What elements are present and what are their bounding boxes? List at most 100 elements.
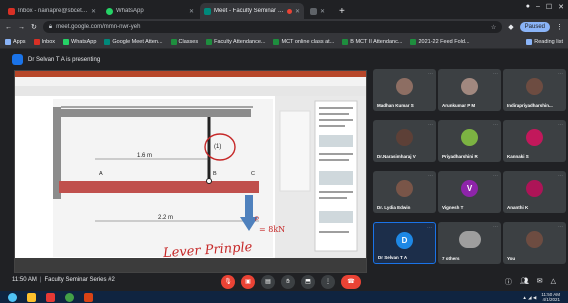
- powerpoint-icon[interactable]: [84, 292, 93, 302]
- bookmark-icon: [33, 38, 40, 45]
- pin-icon[interactable]: ⋯: [558, 173, 563, 179]
- participant-tile[interactable]: ⋯ Madhan Kumar S: [373, 69, 436, 111]
- dim-bottom-label: 2.2 m: [158, 215, 174, 221]
- star-icon[interactable]: ☆: [491, 24, 496, 31]
- forward-icon[interactable]: →: [18, 24, 25, 31]
- pin-icon[interactable]: ⋯: [428, 173, 433, 179]
- close-icon[interactable]: ✕: [91, 8, 96, 15]
- bookmark-item[interactable]: Apps: [5, 38, 26, 45]
- captions-button[interactable]: ▤: [261, 275, 275, 289]
- meeting-time: 11:50 AM: [12, 277, 37, 283]
- close-icon[interactable]: ✕: [295, 8, 300, 15]
- bookmark-label: MCT online class at...: [281, 38, 335, 45]
- whatsapp-icon: [106, 7, 113, 15]
- tab-whatsapp[interactable]: WhatsApp ✕: [102, 3, 198, 19]
- participant-name: Dr.Narasimharaj V: [377, 154, 416, 159]
- participant-tile[interactable]: D ⋯ Dr Selvan T A: [373, 222, 436, 264]
- avatar: D: [396, 232, 413, 249]
- participant-tile[interactable]: ⋯ Dr. Lydia Edwin: [373, 171, 436, 213]
- leave-call-button[interactable]: ☎︎: [341, 275, 361, 289]
- menu-icon[interactable]: ⋮: [556, 23, 563, 31]
- meeting-title: Faculty Seminar Series #2: [44, 277, 115, 283]
- people-icon[interactable]: 👥︎: [520, 277, 529, 287]
- meet-stage: Dr Selvan T A is presenting 1.6 m (1) A …: [0, 49, 568, 291]
- profile-icon[interactable]: ●: [526, 3, 530, 11]
- chat-icon[interactable]: ✉︎: [537, 277, 543, 287]
- participant-name: Arunkumar P M: [442, 103, 476, 108]
- pin-icon[interactable]: ⋯: [493, 71, 498, 77]
- activities-icon[interactable]: △: [551, 277, 556, 287]
- shared-slide: [15, 71, 366, 272]
- participant-tile[interactable]: V ⋯ Vignesh T: [438, 171, 501, 213]
- tab-meet[interactable]: Meet - Faculty Seminar Seri ✕: [200, 3, 304, 19]
- bookmark-item[interactable]: 2021-22 Feed Fold...: [410, 38, 470, 45]
- clock[interactable]: 11:50 AM 4/1/2021: [541, 292, 560, 302]
- force-label: P: [255, 217, 260, 223]
- pin-icon[interactable]: ⋯: [493, 224, 498, 230]
- camera-off-button[interactable]: ▣: [241, 275, 255, 289]
- info-icon[interactable]: ⓘ: [505, 277, 512, 287]
- tab-title: Inbox - nainapre@sbcet.ac.in - Sa: [18, 8, 88, 14]
- close-icon[interactable]: ✕: [189, 8, 194, 15]
- tab-inbox[interactable]: Inbox - nainapre@sbcet.ac.in - Sa ✕: [4, 3, 100, 19]
- pin-icon[interactable]: ⋯: [428, 122, 433, 128]
- pin-icon[interactable]: ⋯: [558, 122, 563, 128]
- participant-tile[interactable]: ⋯ Arunkumar P M: [438, 69, 501, 111]
- youtube-icon[interactable]: [46, 292, 55, 302]
- bookmark-item[interactable]: Google Meet Atten...: [104, 38, 163, 45]
- participant-tile[interactable]: ⋯ Kannaki S: [503, 120, 566, 162]
- pin-icon[interactable]: ⋯: [558, 71, 563, 77]
- participant-tile[interactable]: ⋯ Indirapriyadharshin...: [503, 69, 566, 111]
- participant-tile[interactable]: ⋯ Ananthi K: [503, 171, 566, 213]
- participant-name: Madhan Kumar S: [377, 103, 414, 108]
- shared-screen[interactable]: 1.6 m (1) A B C 2.2 m P = 8kN Lever Prin…: [14, 70, 367, 273]
- ppt-ribbon: [15, 77, 366, 86]
- bookmark-item[interactable]: MCT online class at...: [273, 38, 335, 45]
- reload-icon[interactable]: ↻: [31, 23, 37, 31]
- meeting-info: 11:50 AM | Faculty Seminar Series #2: [12, 277, 115, 283]
- participant-tile[interactable]: ⋯ You: [503, 222, 566, 264]
- participant-tile[interactable]: ⋯ Dr.Narasimharaj V: [373, 120, 436, 162]
- bookmark-item[interactable]: WhatsApp: [63, 38, 96, 45]
- pin-icon[interactable]: ⋯: [427, 225, 432, 231]
- back-icon[interactable]: ←: [5, 24, 12, 31]
- pin-icon[interactable]: ⋯: [493, 122, 498, 128]
- reading-list-button[interactable]: Reading list: [526, 38, 563, 45]
- present-button[interactable]: ⬒: [301, 275, 315, 289]
- participant-tile[interactable]: ⋯ Priyadharshini R: [438, 120, 501, 162]
- participant-tile[interactable]: ⋯ 7 others: [438, 222, 501, 264]
- network-icon[interactable]: ▲ ◢ ◀: [522, 295, 536, 300]
- avatar: [526, 231, 543, 248]
- start-icon[interactable]: [8, 292, 17, 302]
- file-explorer-icon[interactable]: [27, 292, 36, 302]
- bookmark-item[interactable]: Inbox: [33, 38, 55, 45]
- participant-name: Indirapriyadharshin...: [507, 103, 553, 108]
- system-tray: ▲ ◢ ◀ 11:50 AM 4/1/2021: [522, 292, 560, 302]
- bookmarks-bar: Apps Inbox WhatsApp Google Meet Atten... Cla…: [0, 35, 568, 49]
- bookmark-icon: [410, 38, 417, 45]
- bookmark-item[interactable]: B MCT II Attendanc...: [342, 38, 403, 45]
- close-window-button[interactable]: ✕: [558, 3, 564, 11]
- bookmark-item[interactable]: Faculty Attendance...: [206, 38, 265, 45]
- paused-profile-button[interactable]: Paused: [519, 22, 550, 32]
- bookmark-item[interactable]: Classes: [170, 38, 198, 45]
- pin-icon[interactable]: ⋯: [493, 173, 498, 179]
- tab-title: Meet - Faculty Seminar Seri: [214, 8, 284, 14]
- more-options-button[interactable]: ⋮: [321, 275, 335, 289]
- bookmark-label: B MCT II Attendanc...: [350, 38, 403, 45]
- url-field[interactable]: 🔒︎ meet.google.com/mmn-nwr-yeh ☆: [42, 21, 503, 33]
- minimize-button[interactable]: –: [536, 3, 540, 11]
- browser-tab-strip: Inbox - nainapre@sbcet.ac.in - Sa ✕ What…: [0, 0, 568, 19]
- extensions-icon[interactable]: ◆: [508, 23, 513, 31]
- chrome-icon[interactable]: [65, 292, 74, 302]
- new-tab-button[interactable]: +: [339, 5, 345, 19]
- raise-hand-button[interactable]: ✋︎: [281, 275, 295, 289]
- mic-off-button[interactable]: 🎙︎: [221, 275, 235, 289]
- participant-name: Priyadharshini R: [442, 154, 478, 159]
- tab-blank[interactable]: ✕: [306, 3, 334, 19]
- pin-icon[interactable]: ⋯: [558, 224, 563, 230]
- pin-icon[interactable]: ⋯: [428, 71, 433, 77]
- close-icon[interactable]: ✕: [320, 8, 325, 15]
- maximize-button[interactable]: ☐: [546, 3, 552, 11]
- bookmark-icon: [206, 38, 213, 45]
